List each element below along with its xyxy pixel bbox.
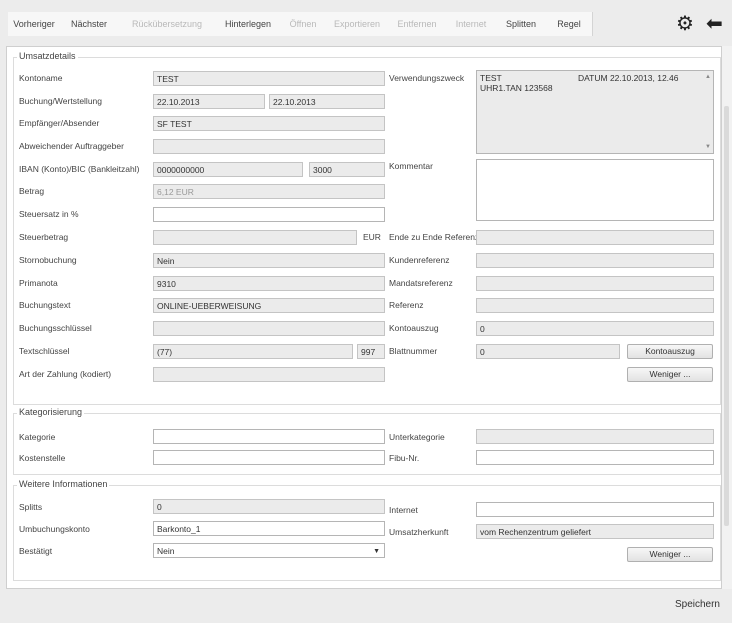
toolbar: Vorheriger Nächster Rückübersetzung Hint… <box>0 0 732 46</box>
purpose-label: Verwendungszweck <box>389 73 465 83</box>
sheet-number-label: Blattnummer <box>389 346 438 356</box>
text-key-extension-field[interactable]: 997 <box>357 344 385 359</box>
internet-label: Internet <box>389 505 418 515</box>
categorization-section <box>13 413 721 475</box>
additional-info-title: Weitere Informationen <box>17 479 110 489</box>
end-to-end-reference-field[interactable] <box>476 230 714 245</box>
reference-label: Referenz <box>389 300 424 310</box>
differing-payer-field[interactable] <box>153 139 385 154</box>
text-key-label: Textschlüssel <box>19 346 70 356</box>
purpose-line-2: UHR1.TAN 123568 <box>480 83 553 93</box>
customer-reference-label: Kundenreferenz <box>389 255 450 265</box>
next-button[interactable]: Nächster <box>60 12 119 36</box>
split-button[interactable]: Splitten <box>496 12 547 36</box>
confirmed-value: Nein <box>157 546 175 556</box>
booking-date-field[interactable]: 22.10.2013 <box>153 94 265 109</box>
back-arrow-icon[interactable]: ⬅ <box>706 14 723 34</box>
dropdown-arrow-icon[interactable]: ▼ <box>373 544 380 557</box>
customer-reference-field[interactable] <box>476 253 714 268</box>
primanota-field[interactable]: 9310 <box>153 276 385 291</box>
gear-icon[interactable]: ⚙ <box>676 14 694 34</box>
booking-date-label: Buchung/Wertstellung <box>19 96 103 106</box>
value-date-field[interactable]: 22.10.2013 <box>269 94 385 109</box>
scroll-down-icon[interactable]: ▼ <box>705 144 711 150</box>
amount-field[interactable]: 6,12 EUR <box>153 184 385 199</box>
amount-label: Betrag <box>19 186 45 196</box>
confirmed-dropdown[interactable]: Nein ▼ <box>153 543 385 558</box>
statement-field[interactable]: 0 <box>476 321 714 336</box>
remove-button[interactable]: Entfernen <box>388 12 447 36</box>
deposit-button[interactable]: Hinterlegen <box>216 12 281 36</box>
less-info-button[interactable]: Weniger ... <box>627 547 713 562</box>
sheet-number-field[interactable]: 0 <box>476 344 620 359</box>
bic-field[interactable]: 3000 <box>309 162 385 177</box>
reference-field[interactable] <box>476 298 714 313</box>
transaction-details-title: Umsatzdetails <box>17 51 78 61</box>
tax-amount-label: Steuerbetrag <box>19 232 69 242</box>
open-button[interactable]: Öffnen <box>280 12 327 36</box>
less-details-button[interactable]: Weniger ... <box>627 367 713 382</box>
cost-center-field[interactable] <box>153 450 385 465</box>
splits-field[interactable]: 0 <box>153 499 385 514</box>
splits-label: Splitts <box>19 502 43 512</box>
reversal-label: Stornobuchung <box>19 255 77 265</box>
scroll-up-icon[interactable]: ▲ <box>705 74 711 80</box>
previous-button[interactable]: Vorheriger <box>8 12 61 36</box>
subcategory-label: Unterkategorie <box>389 432 445 442</box>
subcategory-field[interactable] <box>476 429 714 444</box>
export-button[interactable]: Exportieren <box>326 12 389 36</box>
booking-key-field[interactable] <box>153 321 385 336</box>
booking-text-field[interactable]: ONLINE-UEBERWEISUNG <box>153 298 385 313</box>
booking-text-label: Buchungstext <box>19 300 71 310</box>
internet-button[interactable]: Internet <box>446 12 497 36</box>
back-translation-button[interactable]: Rückübersetzung <box>118 12 217 36</box>
iban-bic-label: IBAN (Konto)/BIC (Bankleitzahl) <box>19 164 140 174</box>
reversal-field[interactable]: Nein <box>153 253 385 268</box>
statement-label: Kontoauszug <box>389 323 439 333</box>
confirmed-label: Bestätigt <box>19 546 53 556</box>
payment-type-label: Art der Zahlung (kodiert) <box>19 369 112 379</box>
recipient-field[interactable]: SF TEST <box>153 116 385 131</box>
text-key-field[interactable]: (77) <box>153 344 353 359</box>
tax-amount-field[interactable] <box>153 230 357 245</box>
bottom-bar: Speichern <box>0 589 732 623</box>
purpose-date: DATUM 22.10.2013, 12.46 <box>578 73 679 83</box>
transfer-account-field[interactable]: Barkonto_1 <box>153 521 385 536</box>
fibu-number-label: Fibu-Nr. <box>389 453 420 463</box>
end-to-end-reference-label: Ende zu Ende Referenz <box>389 232 480 242</box>
mandate-reference-label: Mandatsreferenz <box>389 278 453 288</box>
fibu-number-field[interactable] <box>476 450 714 465</box>
rule-button[interactable]: Regel <box>546 12 593 36</box>
tax-currency-label: EUR <box>363 232 381 242</box>
differing-payer-label: Abweichender Auftraggeber <box>19 141 124 151</box>
cost-center-label: Kostenstelle <box>19 453 66 463</box>
comment-label: Kommentar <box>389 161 433 171</box>
account-name-field[interactable]: TEST <box>153 71 385 86</box>
content-panel: Umsatzdetails Kontoname TEST Buchung/Wer… <box>6 46 722 589</box>
internet-field[interactable] <box>476 502 714 517</box>
save-button[interactable]: Speichern <box>675 599 720 610</box>
category-label: Kategorie <box>19 432 56 442</box>
tax-rate-field[interactable] <box>153 207 385 222</box>
statement-button[interactable]: Kontoauszug <box>627 344 713 359</box>
transfer-account-label: Umbuchungskonto <box>19 524 90 534</box>
booking-key-label: Buchungsschlüssel <box>19 323 92 333</box>
transaction-origin-label: Umsatzherkunft <box>389 527 449 537</box>
scrollbar-thumb[interactable] <box>724 106 729 526</box>
primanota-label: Primanota <box>19 278 58 288</box>
categorization-title: Kategorisierung <box>17 407 85 417</box>
payment-type-field[interactable] <box>153 367 385 382</box>
recipient-label: Empfänger/Absender <box>19 118 100 128</box>
tax-rate-label: Steuersatz in % <box>19 209 79 219</box>
mandate-reference-field[interactable] <box>476 276 714 291</box>
purpose-line-1: TEST <box>480 73 502 83</box>
account-name-label: Kontoname <box>19 73 63 83</box>
transaction-origin-field[interactable]: vom Rechenzentrum geliefert <box>476 524 714 539</box>
category-field[interactable] <box>153 429 385 444</box>
vertical-scrollbar[interactable] <box>722 46 732 589</box>
comment-field[interactable] <box>476 159 714 221</box>
iban-field[interactable]: 0000000000 <box>153 162 303 177</box>
purpose-field[interactable]: TEST DATUM 22.10.2013, 12.46 UHR1.TAN 12… <box>476 70 714 154</box>
